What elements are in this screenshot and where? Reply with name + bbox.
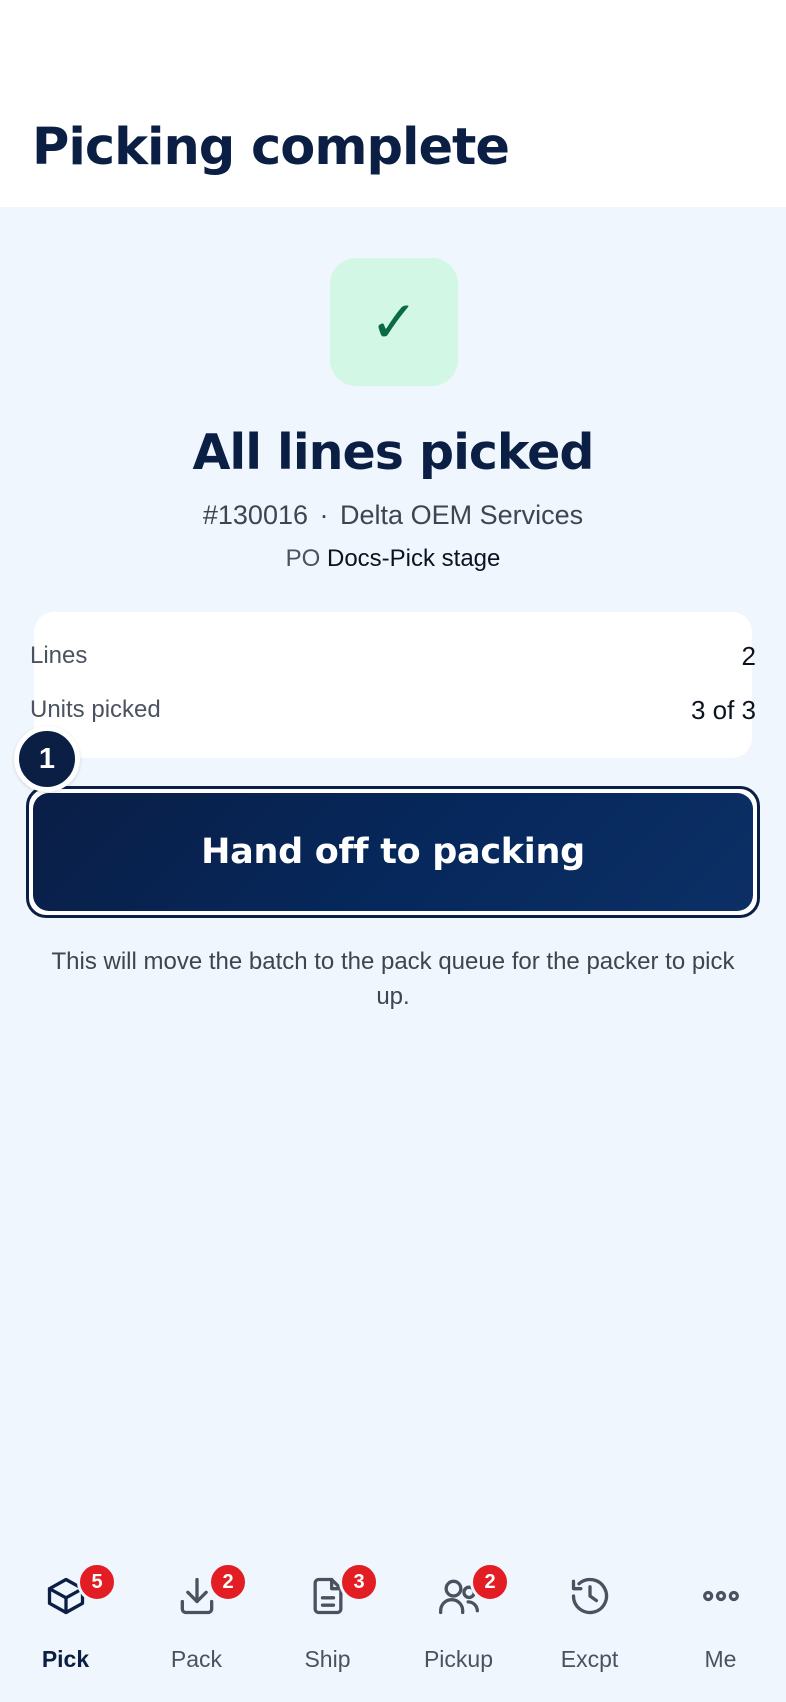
order-line: #130016 · Delta OEM Services (0, 500, 786, 531)
success-tile: ✓ (330, 258, 458, 386)
tab-pick[interactable]: 5 Pick (0, 1540, 131, 1702)
tab-label: Pick (41, 1646, 90, 1672)
status-headline: All lines picked (192, 424, 594, 481)
po-label: PO (285, 545, 321, 572)
hand-off-to-packing-button[interactable]: Hand off to packing (33, 793, 753, 911)
step-number-badge: 1 (14, 726, 80, 792)
picking-complete-screen: Picking complete ✓ All lines picked #130… (0, 0, 786, 1702)
more-icon (702, 1590, 739, 1602)
summary-row-lines: Lines 2 (30, 638, 756, 674)
summary-card (34, 612, 752, 758)
tab-pickup[interactable]: 2 Pickup (393, 1540, 524, 1702)
tab-badge: 5 (77, 1562, 117, 1602)
summary-value: 2 (741, 640, 756, 671)
history-icon (571, 1577, 608, 1615)
summary-value: 3 of 3 (690, 694, 756, 725)
po-value: Docs-Pick stage (326, 545, 501, 572)
tab-pack[interactable]: 2 Pack (131, 1540, 262, 1702)
tab-label: Pickup (423, 1646, 494, 1672)
page-title: Picking complete (32, 118, 510, 177)
help-text: This will move the batch to the pack que… (51, 948, 735, 1010)
tab-badge: 2 (470, 1562, 510, 1602)
po-line: PO Docs-Pick stage (0, 545, 786, 573)
tab-me[interactable]: Me (655, 1540, 786, 1702)
tab-badge: 3 (339, 1562, 379, 1602)
check-icon: ✓ (369, 288, 419, 356)
customer-name: Delta OEM Services (340, 500, 584, 530)
summary-row-units-picked: Units picked 3 of 3 (30, 692, 756, 728)
tab-label: Excpt (560, 1646, 619, 1672)
tab-label: Ship (304, 1646, 351, 1672)
tab-ship[interactable]: 3 Ship (262, 1540, 393, 1702)
separator: · (319, 500, 329, 530)
order-number: #130016 (202, 500, 308, 530)
summary-label: Units picked (30, 696, 161, 723)
summary-label: Lines (30, 642, 88, 669)
app-header: Picking complete (0, 0, 786, 207)
tab-label: Pack (170, 1646, 223, 1672)
tab-badge: 2 (208, 1562, 248, 1602)
bottom-tab-bar: 5 Pick 2 Pack 3 Ship 2 Pickup Excpt Me (0, 1540, 786, 1702)
tab-label: Me (704, 1646, 737, 1672)
tab-exceptions[interactable]: Excpt (524, 1540, 655, 1702)
